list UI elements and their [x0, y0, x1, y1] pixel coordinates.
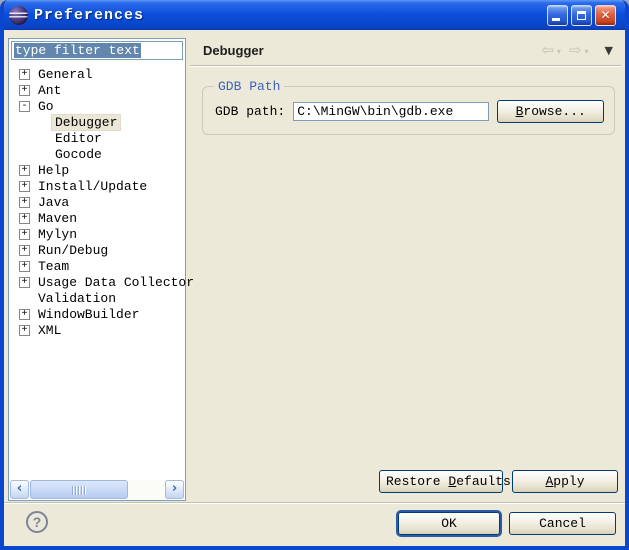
close-icon: ✕: [600, 9, 610, 21]
scroll-left-arrow-icon[interactable]: ‹: [10, 480, 29, 499]
expand-icon[interactable]: +: [19, 245, 30, 256]
titlebar[interactable]: Preferences ✕: [0, 0, 629, 30]
tree-item-java[interactable]: +Java: [9, 194, 185, 210]
debugger-pane: Debugger ⇦ ▾ ⇨ ▾ ▼ GDB Path GDB path: Br…: [190, 38, 621, 502]
restore-defaults-button[interactable]: Restore Defaults: [379, 470, 503, 493]
scrollbar-track[interactable]: [29, 480, 165, 499]
gdb-path-input[interactable]: [293, 102, 489, 121]
tree-item-xml[interactable]: +XML: [9, 322, 185, 338]
history-nav: ⇦ ▾ ⇨ ▾ ▼: [541, 43, 615, 58]
forward-icon[interactable]: ⇨: [569, 43, 582, 58]
dialog-body: type filter text +General +Ant -Go Debug…: [4, 30, 625, 546]
scrollbar-thumb[interactable]: [30, 480, 128, 499]
preferences-tree: +General +Ant -Go Debugger Editor Gocode…: [9, 66, 185, 338]
header-separator: [190, 65, 621, 67]
expand-icon[interactable]: +: [19, 277, 30, 288]
back-dropdown-icon[interactable]: ▾: [557, 48, 561, 56]
gdb-path-group: GDB Path GDB path: Browse...: [202, 79, 615, 135]
expand-icon[interactable]: +: [19, 309, 30, 320]
expand-icon[interactable]: +: [19, 85, 30, 96]
window-controls: ✕: [547, 5, 616, 26]
window-title: Preferences: [34, 7, 547, 24]
group-title: GDB Path: [214, 79, 284, 94]
expand-icon[interactable]: +: [19, 213, 30, 224]
close-button[interactable]: ✕: [595, 5, 616, 26]
filter-input[interactable]: type filter text: [11, 41, 183, 60]
tree-item-help[interactable]: +Help: [9, 162, 185, 178]
expand-icon[interactable]: +: [19, 197, 30, 208]
tree-item-debugger[interactable]: Debugger: [9, 114, 185, 130]
eclipse-logo-icon: [9, 6, 28, 25]
tree-item-mylyn[interactable]: +Mylyn: [9, 226, 185, 242]
tree-item-windowbuilder[interactable]: +WindowBuilder: [9, 306, 185, 322]
help-button[interactable]: ?: [26, 511, 48, 533]
tree-item-install-update[interactable]: +Install/Update: [9, 178, 185, 194]
minimize-button[interactable]: [547, 5, 568, 26]
tree-item-general[interactable]: +General: [9, 66, 185, 82]
tree-item-team[interactable]: +Team: [9, 258, 185, 274]
maximize-icon: [577, 11, 586, 20]
expand-icon[interactable]: +: [19, 261, 30, 272]
cancel-button[interactable]: Cancel: [509, 512, 616, 535]
tree-item-usage-data-collector[interactable]: +Usage Data Collector: [9, 274, 185, 290]
tree-item-run-debug[interactable]: +Run/Debug: [9, 242, 185, 258]
ok-button[interactable]: OK: [398, 512, 500, 535]
tree-item-editor[interactable]: Editor: [9, 130, 185, 146]
gdb-path-row: GDB path: Browse...: [211, 100, 606, 123]
gdb-path-label: GDB path:: [215, 104, 285, 119]
back-icon[interactable]: ⇦: [541, 43, 554, 58]
expand-icon[interactable]: +: [19, 165, 30, 176]
tree-item-ant[interactable]: +Ant: [9, 82, 185, 98]
filter-selected-text: type filter text: [14, 43, 141, 58]
collapse-icon[interactable]: -: [19, 101, 30, 112]
help-icon: ?: [33, 514, 42, 530]
tree-item-go[interactable]: -Go: [9, 98, 185, 114]
horizontal-scrollbar[interactable]: ‹ ›: [10, 480, 184, 499]
tree-panel: type filter text +General +Ant -Go Debug…: [8, 38, 186, 501]
forward-dropdown-icon[interactable]: ▾: [585, 48, 589, 56]
apply-button[interactable]: Apply: [512, 470, 618, 493]
minimize-icon: [552, 18, 560, 21]
expand-icon[interactable]: +: [19, 229, 30, 240]
tree-item-gocode[interactable]: Gocode: [9, 146, 185, 162]
scroll-right-arrow-icon[interactable]: ›: [165, 480, 184, 499]
expand-icon[interactable]: +: [19, 181, 30, 192]
expand-icon[interactable]: +: [19, 69, 30, 80]
pane-action-row: Restore Defaults Apply: [379, 470, 618, 493]
view-menu-icon[interactable]: ▼: [605, 45, 613, 56]
pane-header: Debugger ⇦ ▾ ⇨ ▾ ▼: [190, 38, 621, 62]
page-title: Debugger: [203, 43, 541, 58]
dialog-footer: ? OK Cancel: [4, 504, 625, 546]
browse-button[interactable]: Browse...: [497, 100, 604, 123]
tree-item-maven[interactable]: +Maven: [9, 210, 185, 226]
tree-item-validation[interactable]: Validation: [9, 290, 185, 306]
maximize-button[interactable]: [571, 5, 592, 26]
expand-icon[interactable]: +: [19, 325, 30, 336]
preferences-window: Preferences ✕ type filter text +General …: [0, 0, 629, 550]
footer-buttons: OK Cancel: [398, 512, 616, 535]
